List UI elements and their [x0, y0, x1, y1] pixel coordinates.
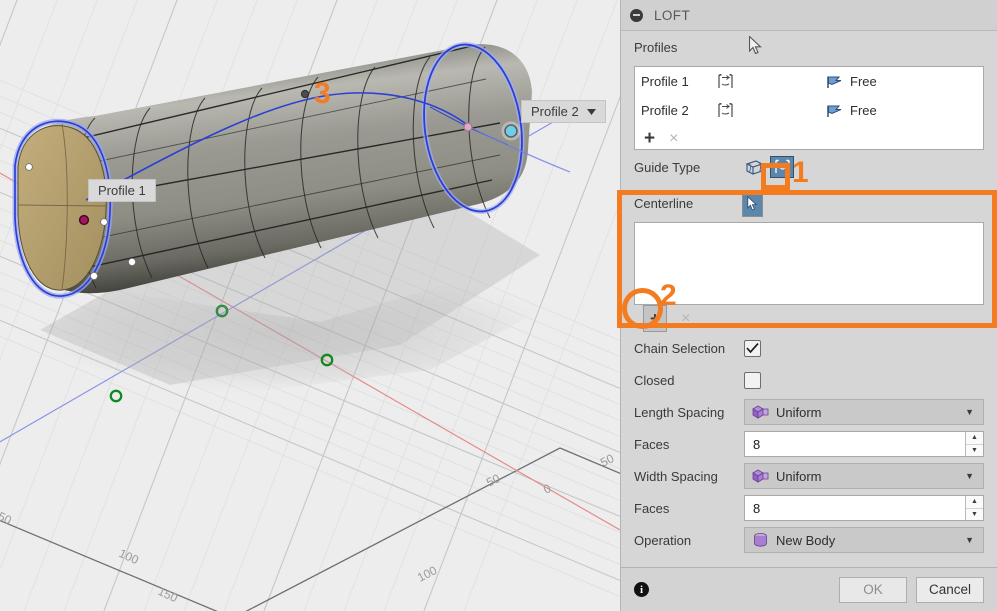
guide-type-centerline-button[interactable]	[770, 156, 794, 178]
width-spacing-row: Width Spacing Uniform ▼	[634, 460, 984, 492]
chevron-down-icon: ▼	[965, 407, 974, 417]
length-faces-label: Faces	[634, 436, 670, 452]
info-icon[interactable]: i	[634, 582, 649, 597]
length-faces-input[interactable]: 8 ▲ ▼	[744, 431, 984, 457]
width-faces-row: Faces 8 ▲ ▼	[634, 492, 984, 524]
viewport-canvas: 100 150 50 50 100 50 0	[0, 0, 620, 611]
centerline-listbox[interactable]	[634, 222, 984, 305]
profile-row-name: Profile 2	[641, 103, 689, 118]
profile-condition[interactable]: Free	[826, 74, 877, 89]
profile1-viewport-label-text: Profile 1	[98, 183, 146, 198]
dialog-footer: i OK Cancel	[621, 567, 997, 611]
dialog-title: LOFT	[654, 7, 691, 23]
mouse-cursor-icon	[749, 36, 762, 55]
width-faces-value: 8	[753, 500, 761, 516]
profile2-viewport-label-text: Profile 2	[531, 104, 579, 119]
length-spacing-row: Length Spacing Uniform ▼	[634, 396, 984, 428]
operation-select[interactable]: New Body ▼	[744, 527, 984, 553]
centerline-icon	[774, 159, 790, 173]
width-faces-stepper[interactable]: ▲ ▼	[965, 496, 983, 520]
check-icon	[746, 342, 759, 353]
profile-condition[interactable]: Free	[826, 103, 877, 118]
length-spacing-select[interactable]: Uniform ▼	[744, 399, 984, 425]
new-body-icon	[754, 533, 767, 547]
centerline-add-button[interactable]: +	[643, 305, 667, 332]
operation-value: New Body	[776, 532, 836, 548]
width-spacing-label: Width Spacing	[634, 468, 718, 484]
ok-button[interactable]: OK	[839, 576, 907, 603]
centerline-remove-button[interactable]: ×	[681, 310, 690, 327]
profiles-header: Profiles	[634, 31, 984, 63]
closed-checkbox[interactable]	[744, 371, 761, 389]
profile-condition-text: Free	[850, 74, 877, 89]
profiles-remove-button[interactable]: ×	[669, 130, 678, 147]
flag-icon	[827, 76, 842, 88]
profile2-viewport-dropdown[interactable]: Profile 2	[521, 100, 606, 123]
centerline-actions: + ×	[634, 305, 984, 332]
minus-circle-icon[interactable]	[630, 8, 643, 22]
profile-sketch-icon[interactable]	[716, 102, 826, 119]
guide-type-rails-button[interactable]	[742, 156, 766, 178]
profiles-listbox[interactable]: Profile 1 Free Profile 2 Free + ×	[634, 66, 984, 150]
guide-type-row: Guide Type	[634, 150, 984, 184]
length-faces-row: Faces 8 ▲ ▼	[634, 428, 984, 460]
length-spacing-label: Length Spacing	[634, 404, 725, 420]
centerline-select-button[interactable]	[742, 189, 763, 217]
width-spacing-select[interactable]: Uniform ▼	[744, 463, 984, 489]
panel-body: Profiles Profile 1 Free Profile 2 Free +…	[621, 31, 997, 556]
length-faces-value: 8	[753, 436, 761, 452]
operation-row: Operation New Body ▼	[634, 524, 984, 556]
stepper-down-icon[interactable]: ▼	[966, 509, 983, 521]
cursor-select-icon	[747, 195, 758, 211]
operation-label: Operation	[634, 532, 692, 548]
guide-type-label: Guide Type	[634, 159, 701, 175]
chevron-down-icon: ▼	[965, 535, 974, 545]
profile2-center-point	[463, 122, 473, 132]
spacing-icon	[752, 405, 769, 419]
cancel-button[interactable]: Cancel	[916, 576, 984, 603]
profile1-cap-face	[17, 125, 107, 291]
length-faces-stepper[interactable]: ▲ ▼	[965, 432, 983, 456]
centerline-label: Centerline	[634, 195, 694, 211]
profiles-label: Profiles	[634, 39, 678, 55]
profile-sketch-icon[interactable]	[716, 73, 826, 90]
chevron-down-icon	[586, 108, 596, 115]
rails-icon	[745, 159, 763, 175]
flag-icon	[827, 105, 842, 117]
profile1-viewport-label[interactable]: Profile 1	[88, 179, 156, 202]
profile1-center-point	[78, 214, 90, 226]
chain-selection-checkbox[interactable]	[744, 339, 761, 357]
viewport-3d[interactable]: 100 150 50 50 100 50 0 Profile 1 Profile…	[0, 0, 620, 611]
dialog-titlebar: LOFT	[621, 0, 997, 31]
chain-selection-row: Chain Selection	[634, 332, 984, 364]
chain-selection-label: Chain Selection	[634, 340, 726, 356]
width-spacing-value: Uniform	[776, 468, 822, 484]
loft-dialog-panel: LOFT Profiles Profile 1 Free Profile 2 F…	[620, 0, 997, 611]
stepper-up-icon[interactable]: ▲	[966, 496, 983, 509]
chevron-down-icon: ▼	[965, 471, 974, 481]
closed-row: Closed	[634, 364, 984, 396]
stepper-up-icon[interactable]: ▲	[966, 432, 983, 445]
width-faces-input[interactable]: 8 ▲ ▼	[744, 495, 984, 521]
stepper-down-icon[interactable]: ▼	[966, 445, 983, 457]
profiles-add-button[interactable]: +	[644, 129, 655, 148]
width-faces-label: Faces	[634, 500, 670, 516]
spacing-icon	[752, 469, 769, 483]
profile-condition-text: Free	[850, 103, 877, 118]
profiles-actions: + ×	[635, 125, 983, 152]
table-row[interactable]: Profile 1 Free	[635, 67, 983, 96]
centerline-curve-point	[300, 89, 310, 99]
closed-label: Closed	[634, 372, 675, 388]
profile-row-name: Profile 1	[641, 74, 689, 89]
centerline-row: Centerline	[634, 184, 984, 222]
table-row[interactable]: Profile 2 Free	[635, 96, 983, 125]
length-spacing-value: Uniform	[776, 404, 822, 420]
